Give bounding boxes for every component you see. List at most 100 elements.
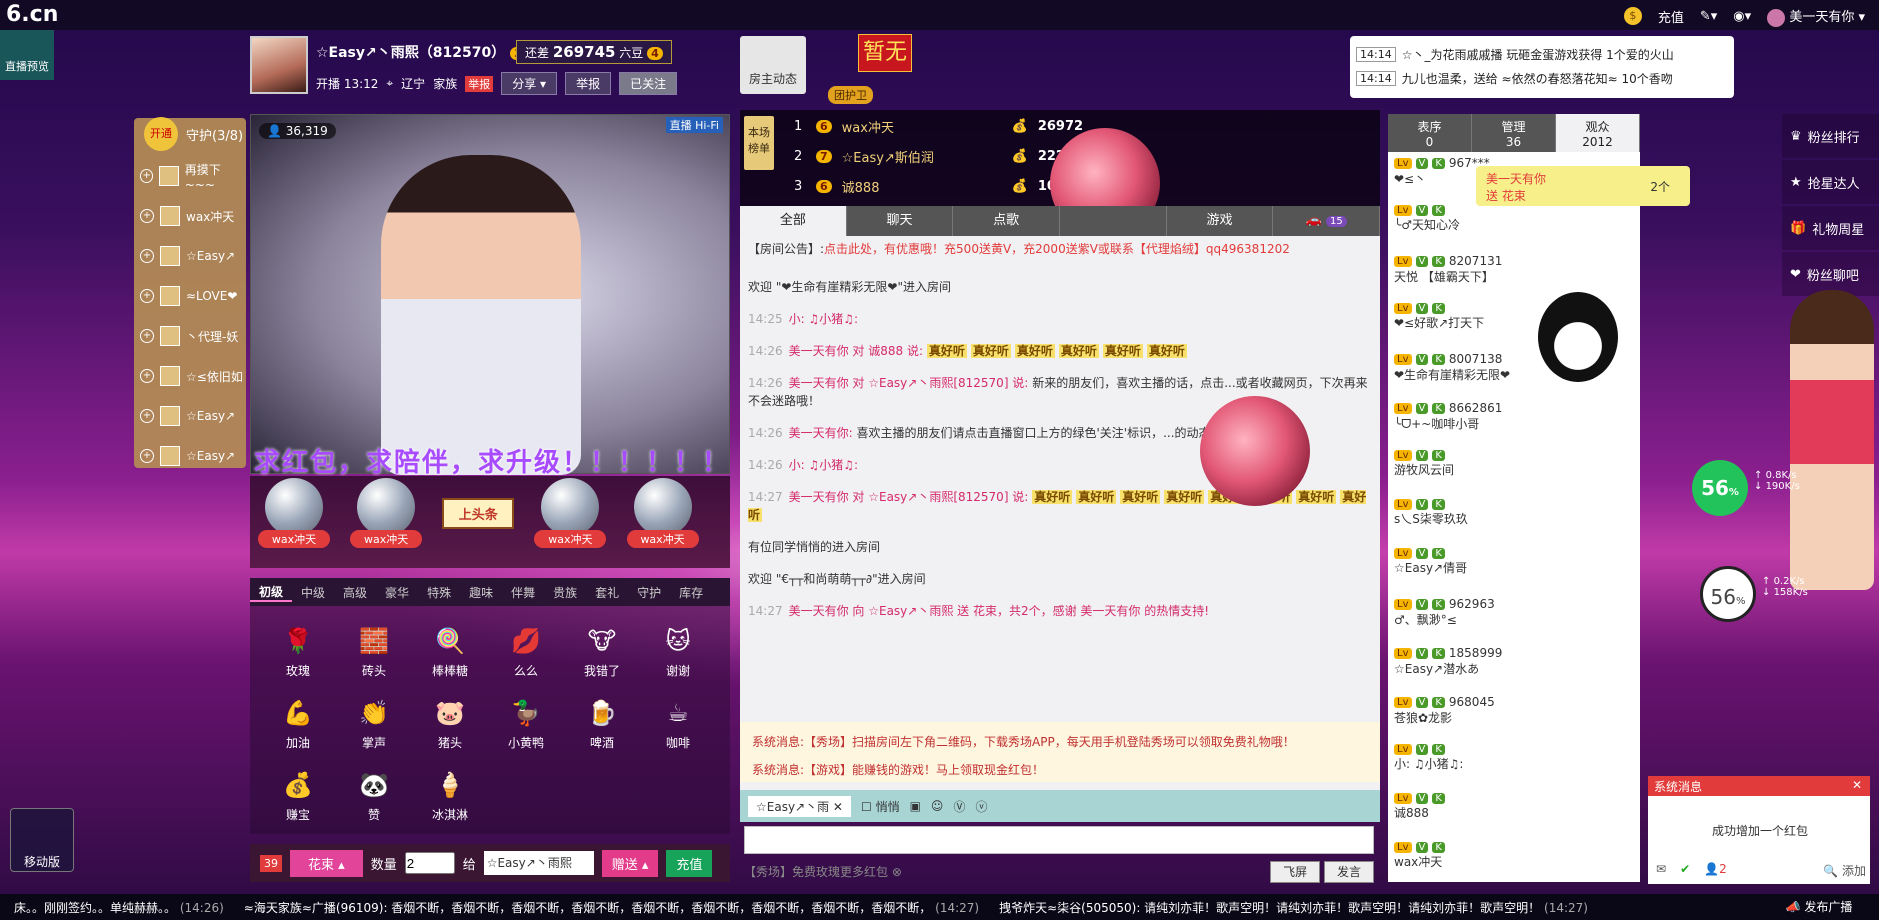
guard-item[interactable]: + ☆Easy↗ bbox=[136, 436, 248, 476]
message-user[interactable]: 小: ♫小猪♫: bbox=[789, 312, 858, 326]
crystal-globe[interactable]: wax冲天 bbox=[534, 478, 607, 558]
ticker-item[interactable]: 拽爷炸天≈柒谷(505050): 请纯刘亦菲！歌声空明！请纯刘亦菲！歌声空明！请… bbox=[999, 899, 1588, 916]
headline-sign[interactable]: 上头条 bbox=[442, 478, 515, 558]
gift-tab[interactable]: 中级 bbox=[292, 584, 334, 601]
gift-item[interactable]: ☕ 咖啡 bbox=[640, 696, 716, 768]
coin-icon[interactable]: $ bbox=[1623, 7, 1642, 26]
tab-car[interactable]: 🚗 15 bbox=[1273, 206, 1381, 236]
quiet-checkbox[interactable]: ☐ 悄悄 bbox=[861, 798, 900, 815]
ticker-item[interactable]: ≈海天家族≈广播(96109): 香烟不断，香烟不断，香烟不断，香烟不断，香烟不… bbox=[244, 899, 979, 916]
message-user[interactable]: 美一天有你 对 诚888 说: bbox=[789, 344, 923, 358]
audience-item[interactable]: Lv V K 诚888 bbox=[1394, 793, 1634, 842]
guard-item[interactable]: + 再摸下~~~ bbox=[136, 156, 248, 196]
broadcast-line[interactable]: 14:14 九儿也温柔，送给 ≈依然の春怒落花知≈ 10个香吻 bbox=[1356, 66, 1728, 90]
open-guard-button[interactable]: 开通 bbox=[144, 117, 178, 151]
network-speed-widget[interactable]: 56% bbox=[1692, 460, 1748, 516]
mail-icon[interactable]: ✉ bbox=[1656, 862, 1666, 879]
audience-item[interactable]: Lv V K ☆Easy↗倩哥 bbox=[1394, 548, 1634, 597]
broadcast-line[interactable]: 14:14 ☆丶_为花雨戚戚播 玩砸金蛋游戏获得 1个爱的火山 bbox=[1356, 42, 1728, 66]
tab-song[interactable]: 点歌 bbox=[953, 206, 1061, 236]
vip-icon[interactable]: ⓥ bbox=[975, 798, 987, 815]
edit-icon[interactable]: ✎▾ bbox=[1700, 9, 1717, 24]
send-message-button[interactable]: 发言 bbox=[1323, 860, 1374, 883]
close-icon[interactable]: ✕ bbox=[1852, 778, 1862, 792]
gift-item[interactable]: 🐮 我错了 bbox=[564, 624, 640, 696]
guard-item[interactable]: + ≈LOVE❤ bbox=[136, 276, 248, 316]
site-logo[interactable]: 6.cn bbox=[6, 2, 58, 27]
network-speed-widget[interactable]: 56% bbox=[1700, 566, 1756, 622]
gift-tab[interactable]: 特殊 bbox=[418, 584, 460, 601]
vip-emoji-icon[interactable]: Ⓥ bbox=[953, 798, 965, 815]
tab-game[interactable]: 游戏 bbox=[1167, 206, 1274, 236]
send-gift-button[interactable]: 赠送 ▴ bbox=[601, 849, 659, 877]
recharge-link[interactable]: 充值 bbox=[1658, 7, 1684, 26]
audience-item[interactable]: Lv V K 游牧风云间 bbox=[1394, 450, 1634, 499]
hifi-tag[interactable]: 直播 Hi-Fi bbox=[665, 117, 723, 133]
audience-item[interactable]: Lv V K ╰♂天知心冷 bbox=[1394, 205, 1634, 254]
audience-item[interactable]: Lv V Ks乀S柒零玖玖 bbox=[1394, 499, 1634, 548]
gift-item[interactable]: 👏 掌声 bbox=[336, 696, 412, 768]
host-dynamic-button[interactable]: 房主动态 bbox=[740, 36, 806, 94]
chat-target[interactable]: ☆Easy↗丶雨 ✕ bbox=[748, 795, 851, 817]
quantity-input[interactable] bbox=[404, 852, 455, 874]
gift-tab[interactable]: 贵族 bbox=[544, 584, 586, 601]
gift-item[interactable]: 💋 么么 bbox=[488, 624, 564, 696]
family-tag[interactable]: 举报 bbox=[465, 75, 494, 92]
audience-item[interactable]: Lv V K 1858999 ☆Easy↗潜水あ bbox=[1394, 646, 1634, 695]
guard-item[interactable]: + 丶代理-妖 bbox=[136, 316, 248, 356]
message-user[interactable]: 小: ♫小猪♫: bbox=[789, 458, 858, 472]
gift-item[interactable]: 🦆 小黄鸭 bbox=[488, 696, 564, 768]
gift-tab[interactable]: 套礼 bbox=[586, 584, 628, 601]
publish-broadcast-button[interactable]: 📣 发布广播 bbox=[1759, 894, 1879, 920]
gift-select[interactable]: 花束 ▴ bbox=[290, 849, 363, 877]
tab-chat[interactable]: 聊天 bbox=[847, 206, 954, 236]
gift-item[interactable]: 🧱 砖头 bbox=[336, 624, 412, 696]
tab-order[interactable]: 表序 0 bbox=[1388, 114, 1472, 152]
star-item[interactable]: ★ 抢星达人 bbox=[1782, 160, 1879, 204]
shield-icon[interactable]: ◉▾ bbox=[1733, 9, 1751, 24]
audience-item[interactable]: Lv V K 962963 ♂、飘渺°≤ bbox=[1394, 597, 1634, 646]
gift-tab[interactable]: 高级 bbox=[334, 584, 376, 601]
gift-tab[interactable]: 伴舞 bbox=[502, 584, 544, 601]
audience-item[interactable]: Lv V K 小: ♫小猪♫: bbox=[1394, 744, 1634, 793]
notice-line[interactable]: 【房间公告】:点击此处，有优惠哦！充500送黄V，充2000送紫V或联系【代理焰… bbox=[748, 240, 1374, 258]
guard-tag[interactable]: 团护卫 bbox=[828, 86, 873, 104]
audience-item[interactable]: Lv V K 8207131 天悦 【雄霸天下】 bbox=[1394, 254, 1634, 303]
gift-item[interactable]: 🍦 冰淇淋 bbox=[412, 768, 488, 840]
crystal-globe[interactable]: wax冲天 bbox=[350, 478, 423, 558]
gift-item[interactable]: 🍭 棒棒糖 bbox=[412, 624, 488, 696]
gift-tab[interactable]: 守护 bbox=[628, 584, 670, 601]
gift-item[interactable]: 🌹 玫瑰 bbox=[260, 624, 336, 696]
message-user[interactable]: 美一天有你 对 ☆Easy↗丶雨熙[812570] 说: bbox=[789, 490, 1029, 504]
add-button[interactable]: 🔍 添加 bbox=[1823, 862, 1866, 879]
rank-row[interactable]: 1 6 wax冲天 💰 26972 bbox=[794, 112, 1354, 140]
system-message[interactable]: 系统消息:【游戏】能赚钱的游戏！马上领取现金红包！ bbox=[752, 756, 1368, 784]
share-button[interactable]: 分享 ▾ bbox=[501, 72, 558, 95]
tab-admin[interactable]: 管理 36 bbox=[1472, 114, 1556, 152]
gift-tab[interactable]: 库存 bbox=[670, 584, 712, 601]
guard-item[interactable]: + ☆Easy↗ bbox=[136, 236, 248, 276]
gift-item[interactable]: 🐱 谢谢 bbox=[640, 624, 716, 696]
check-icon[interactable]: ✔ bbox=[1680, 862, 1690, 879]
tab-all[interactable]: 全部 bbox=[740, 206, 847, 236]
promo-link[interactable]: 【秀场】免费玫瑰更多红包 ⊗ bbox=[744, 863, 902, 880]
crystal-globe[interactable]: wax冲天 bbox=[626, 478, 699, 558]
report-button[interactable]: 举报 bbox=[565, 72, 612, 95]
ticker-item[interactable]: 床。。刚刚签约。。单纯赫赫。。 (14:26) bbox=[14, 899, 224, 916]
follow-button[interactable]: 已关注 bbox=[619, 72, 678, 95]
chat-input[interactable] bbox=[744, 826, 1374, 854]
message-user[interactable]: 美一天有你 对 ☆Easy↗丶雨熙[812570] 说: bbox=[789, 376, 1029, 390]
user-name[interactable]: 美一天有你 bbox=[1789, 10, 1854, 25]
gift-tab[interactable]: 豪华 bbox=[376, 584, 418, 601]
gift-week-item[interactable]: 🎁 礼物周星 bbox=[1782, 206, 1879, 250]
guard-item[interactable]: + ☆≤依旧如 bbox=[136, 356, 248, 396]
emoji-icon[interactable]: ☺ bbox=[931, 799, 944, 813]
guard-item[interactable]: + ☆Easy↗ bbox=[136, 396, 248, 436]
fan-rank-item[interactable]: ♛ 粉丝排行 bbox=[1782, 114, 1879, 158]
audience-item[interactable]: Lv V K 8662861 ╰ᗜ+~咖啡小哥 bbox=[1394, 401, 1634, 450]
gift-tab[interactable]: 初级 bbox=[250, 583, 293, 602]
tab-blank[interactable] bbox=[1060, 206, 1167, 236]
mobile-version-button[interactable]: 移动版 bbox=[10, 808, 74, 872]
user-avatar[interactable] bbox=[1767, 8, 1786, 27]
image-icon[interactable]: ▣ bbox=[910, 799, 921, 813]
